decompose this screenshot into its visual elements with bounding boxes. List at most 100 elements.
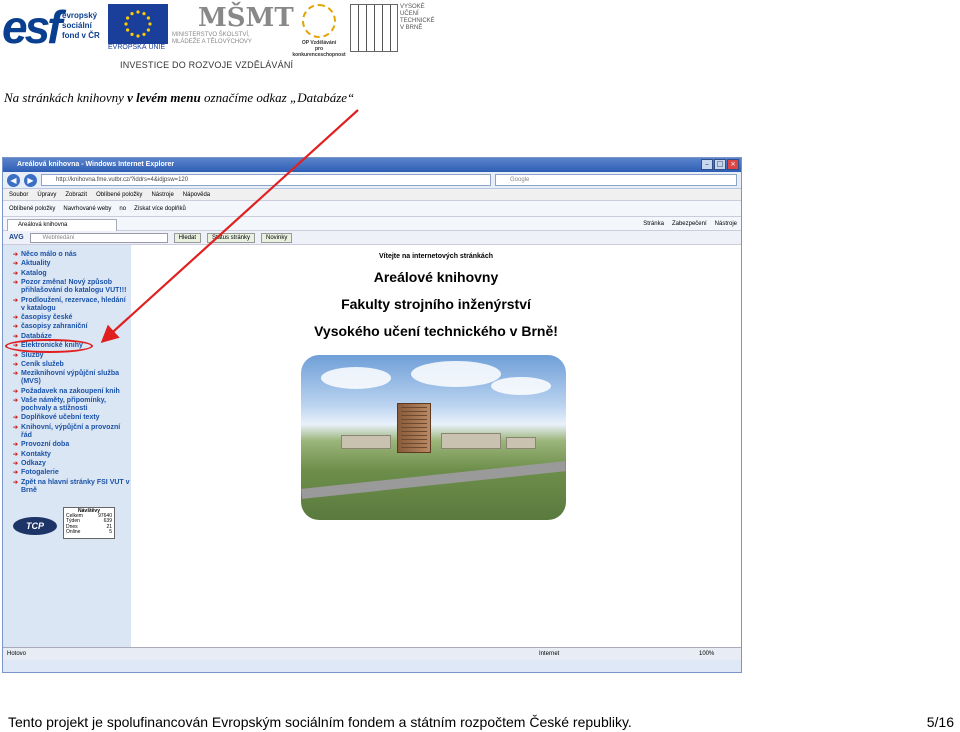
eu-flag-logo (108, 4, 168, 44)
sidebar-item[interactable]: Fotogalerie (13, 469, 131, 477)
vut-caption: VYSOKÉ UČENÍ TECHNICKÉ V BRNĚ (400, 4, 435, 32)
vut-logo: VYSOKÉ UČENÍ TECHNICKÉ V BRNĚ (350, 4, 435, 54)
op-caption-2: pro konkurenceschopnost (292, 46, 346, 58)
maximize-icon[interactable]: □ (714, 159, 726, 170)
minimize-icon[interactable]: – (701, 159, 713, 170)
url-field[interactable]: http://knihovna.fme.vutbr.cz/?iddrs=4&id… (41, 174, 491, 186)
menu-view[interactable]: Zobrazit (65, 189, 87, 200)
command-bar: Stránka Zabezpečení Nástroje (643, 217, 737, 231)
close-icon[interactable]: × (727, 159, 739, 170)
sidebar-item[interactable]: časopisy české (13, 314, 131, 322)
op-dotted-circle-icon (302, 4, 336, 38)
sidebar-item[interactable]: časopisy zahraniční (13, 323, 131, 331)
main-content: Vítejte na internetových stránkách Areál… (131, 245, 741, 660)
msmt-caption-2: MLÁDEŽE A TĚLOVÝCHOVY (172, 39, 252, 45)
op-vk-logo: OP Vzdělávání pro konkurenceschopnost (292, 4, 346, 58)
no-button[interactable]: no (119, 201, 126, 216)
heading-part-1: Na stránkách knihovny (4, 90, 128, 105)
invest-tagline: INVESTICE DO ROZVOJE VZDĚLÁVÁNÍ (120, 60, 294, 70)
footer-text: Tento projekt je spolufinancován Evropsk… (8, 714, 632, 730)
sidebar-item[interactable]: Ceník služeb (13, 361, 131, 369)
tcp-logo: TCP (13, 517, 57, 535)
sidebar-item[interactable]: Něco málo o nás (13, 251, 131, 259)
counter-value: 5 (109, 528, 112, 535)
title-line-3: Vysokého učení technického v Brně! (314, 323, 558, 339)
welcome-text: Vítejte na internetových stránkách (379, 253, 493, 260)
campus-tower (397, 403, 431, 453)
zoom-level[interactable]: 100% (699, 648, 714, 660)
annotation-ellipse (5, 339, 93, 353)
avg-news-button[interactable]: Novinky (261, 232, 293, 243)
address-bar: ◀ ▶ http://knihovna.fme.vutbr.cz/?iddrs=… (3, 172, 741, 189)
zone-indicator: Internet (539, 651, 560, 657)
sidebar-item[interactable]: Knihovní, výpůjční a provozní řád (13, 424, 131, 440)
sidebar-item[interactable]: Zpět na hlavní stránky FSI VUT v Brně (13, 479, 131, 495)
sidebar-item[interactable]: Meziknihovní výpůjční služba (MVS) (13, 370, 131, 386)
menu-file[interactable]: Soubor (9, 189, 28, 200)
favorites-button[interactable]: Oblíbené položky (9, 201, 55, 216)
window-title: Areálová knihovna - Windows Internet Exp… (17, 161, 175, 168)
esf-logo-mark: esf (2, 1, 63, 53)
menu-edit[interactable]: Úpravy (37, 189, 56, 200)
tab-library[interactable]: Areálová knihovna (7, 219, 117, 231)
vut-line-3: TECHNICKÉ (400, 18, 435, 24)
sidebar-item[interactable]: Provozní doba (13, 441, 131, 449)
document-page: esf evropský sociální fond v ČR EVROPSKÁ… (0, 0, 960, 732)
sidebar-item[interactable]: Katalog (13, 270, 131, 278)
counter-label: Online (66, 528, 81, 535)
heading-part-2: označíme odkaz „Databáze“ (200, 90, 355, 105)
vut-line-1: VYSOKÉ (400, 4, 425, 10)
msmt-mark: MŠMT (198, 3, 294, 33)
eu-caption: EVROPSKÁ UNIE (108, 44, 166, 51)
esf-line-1: evropský (62, 11, 98, 20)
msmt-logo: MŠMT MINISTERSTVO ŠKOLSTVÍ, MLÁDEŽE A TĚ… (172, 3, 294, 54)
library-sidebar: Něco málo o nás Aktuality Katalog Pozor … (3, 245, 131, 660)
menu-tools[interactable]: Nástroje (151, 189, 173, 200)
tab-bar: Areálová knihovna Stránka Zabezpečení Ná… (3, 217, 741, 231)
visit-counter: Návštěvy Celkem 97640 Týden 639 Dnes 21 Onl… (63, 507, 115, 539)
tools-menu[interactable]: Nástroje (715, 217, 737, 231)
sidebar-item[interactable]: Pozor změna! Nový způsob přihlašování do… (13, 279, 131, 295)
page-content: Něco málo o nás Aktuality Katalog Pozor … (3, 245, 741, 660)
status-text: Hotovo (7, 651, 27, 657)
menu-favorites[interactable]: Oblíbené položky (96, 189, 142, 200)
forward-icon[interactable]: ▶ (24, 173, 37, 187)
sidebar-item[interactable]: Aktuality (13, 260, 131, 268)
esf-line-3: fond v ČR (62, 31, 100, 40)
sidebar-item[interactable]: Prodloužení, rezervace, hledání v katalo… (13, 297, 131, 313)
esf-logo: esf evropský sociální fond v ČR (2, 4, 104, 52)
status-bar: Hotovo Internet 100% (3, 647, 741, 660)
get-addons-button[interactable]: Získat více doplňků (134, 201, 186, 216)
eu-stars-icon (124, 10, 152, 38)
sidebar-item[interactable]: Kontakty (13, 451, 131, 459)
avg-search-button[interactable]: Hledat (173, 232, 201, 243)
suggested-sites-button[interactable]: Navrhované weby (63, 201, 111, 216)
browser-search-field[interactable]: Google (495, 174, 737, 186)
sidebar-item[interactable]: Vaše náměty, připomínky, pochvaly a stíž… (13, 397, 131, 413)
sidebar-item[interactable]: Odkazy (13, 460, 131, 468)
avg-search-field[interactable]: Webhledání (29, 232, 168, 243)
vut-line-2: UČENÍ (400, 11, 419, 17)
title-line-2: Fakulty strojního inženýrství (341, 296, 531, 312)
title-line-1: Areálové knihovny (373, 269, 499, 285)
avg-toolbar: AVG Webhledání Hledat Status stránky Nov… (3, 231, 741, 245)
favorites-bar: Oblíbené položky Navrhované weby no Získ… (3, 201, 741, 217)
menu-help[interactable]: Nápověda (183, 189, 210, 200)
window-titlebar: Areálová knihovna - Windows Internet Exp… (3, 158, 741, 172)
back-icon[interactable]: ◀ (7, 173, 20, 187)
page-number: 5/16 (926, 714, 954, 730)
menu-bar: Soubor Úpravy Zobrazit Oblíbené položky … (3, 189, 741, 201)
page-menu[interactable]: Stránka (643, 217, 664, 231)
sidebar-item[interactable]: Požadavek na zakoupení knih (13, 388, 131, 396)
logo-strip: esf evropský sociální fond v ČR EVROPSKÁ… (0, 0, 440, 75)
avg-status-button[interactable]: Status stránky (207, 232, 256, 243)
campus-photo (301, 355, 566, 520)
avg-logo: AVG (9, 234, 24, 241)
sidebar-menu: Něco málo o nás Aktuality Katalog Pozor … (3, 245, 131, 495)
esf-line-2: sociální (62, 21, 92, 30)
sidebar-item[interactable]: Doplňkové učební texty (13, 414, 131, 422)
msmt-caption-1: MINISTERSTVO ŠKOLSTVÍ, (172, 32, 250, 38)
sidebar-item[interactable]: Služby (13, 352, 131, 360)
vut-grid-icon (350, 4, 398, 52)
safety-menu[interactable]: Zabezpečení (672, 217, 707, 231)
